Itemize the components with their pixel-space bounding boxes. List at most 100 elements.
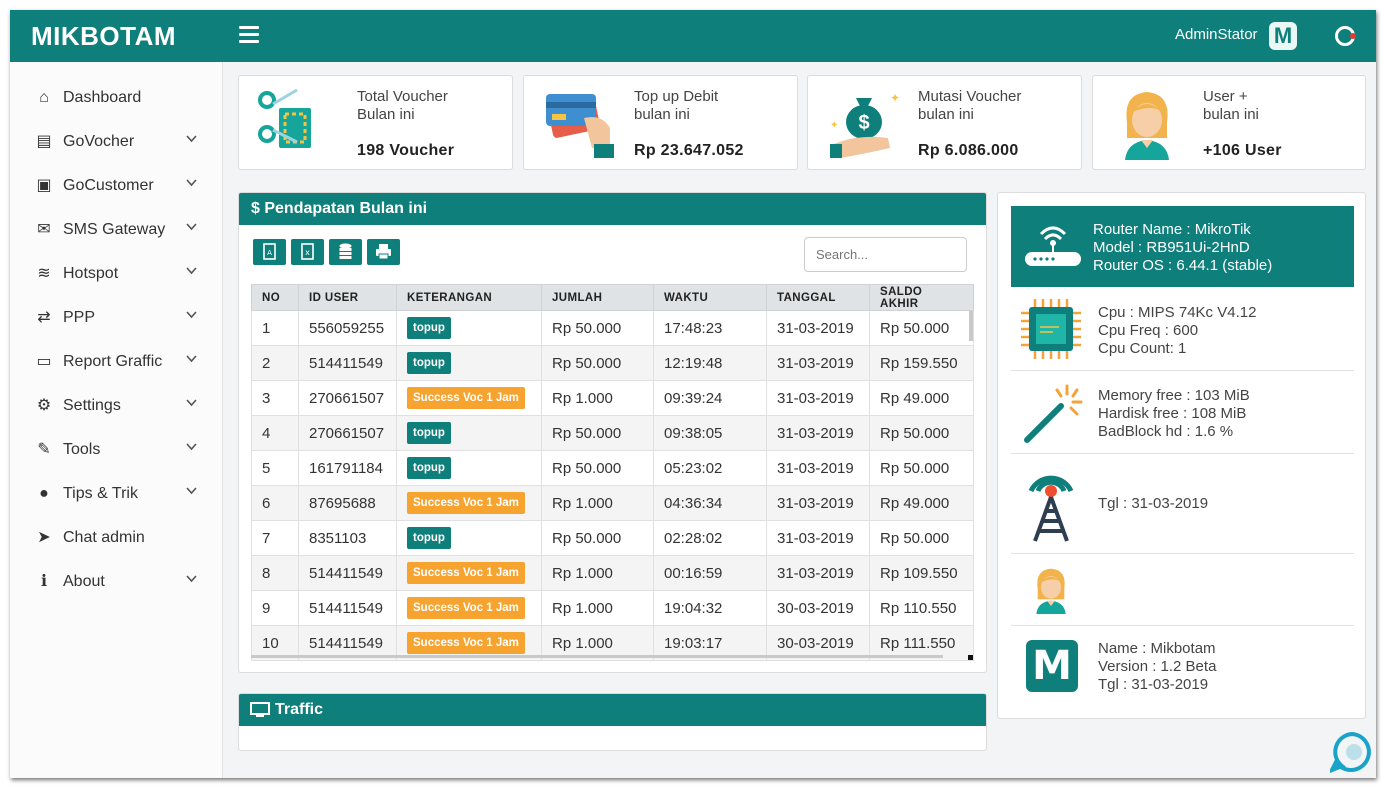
status-badge: topup xyxy=(407,352,451,374)
menu-toggle-icon[interactable] xyxy=(239,26,259,47)
table-cell: topup xyxy=(396,415,542,451)
column-header[interactable]: NO xyxy=(251,284,299,311)
sidebar-item-label: SMS Gateway xyxy=(63,221,166,238)
table-row[interactable]: 4 270661507 topup Rp 50.000 09:38:05 31-03-20… xyxy=(251,415,974,451)
export-excel-button[interactable]: x xyxy=(291,239,324,265)
top-navbar: MIKBOTAM AdminStator M xyxy=(10,10,1376,62)
sidebar-item-about[interactable]: ℹ About xyxy=(10,560,222,604)
column-header[interactable]: SALDO AKHIR xyxy=(869,284,974,311)
svg-text:✦: ✦ xyxy=(890,91,900,105)
sidebar-item-gocustomer[interactable]: ▣ GoCustomer xyxy=(10,164,222,208)
table-row[interactable]: 8 514411549 Success Voc 1 Jam Rp 1.000 00:16… xyxy=(251,555,974,591)
table-cell: 2 xyxy=(251,345,299,381)
router-header: Router Name : MikroTik Model : RB951Ui-2… xyxy=(1011,206,1354,287)
stat-value: Rp 23.647.052 xyxy=(634,142,744,159)
chevron-down-icon[interactable] xyxy=(186,264,197,278)
traffic-panel: Traffic xyxy=(238,693,987,751)
table-cell: topup xyxy=(396,310,542,346)
table-row[interactable]: 6 87695688 Success Voc 1 Jam Rp 1.000 04:36:… xyxy=(251,485,974,521)
table-cell: 8 xyxy=(251,555,299,591)
table-search-input[interactable] xyxy=(804,237,967,272)
sidebar-item-dashboard[interactable]: ⌂ Dashboard xyxy=(10,76,222,120)
sidebar-item-ppp[interactable]: ⇄ PPP xyxy=(10,296,222,340)
status-badge: Success Voc 1 Jam xyxy=(407,562,525,584)
app-version: Version : 1.2 Beta xyxy=(1098,658,1217,675)
column-header[interactable]: KETERANGAN xyxy=(396,284,542,311)
stat-card-mutasi: $ ✦ ✦ Mutasi Voucher bulan ini Rp 6.086.… xyxy=(807,75,1082,170)
stat-value: 198 Voucher xyxy=(357,142,455,159)
database-icon xyxy=(339,243,352,259)
table-cell: 30-03-2019 xyxy=(766,590,870,626)
table-cell: Rp 50.000 xyxy=(869,310,974,346)
sidebar-item-hotspot[interactable]: ≋ Hotspot xyxy=(10,252,222,296)
table-scrollbar[interactable] xyxy=(251,655,943,658)
chevron-down-icon[interactable] xyxy=(186,396,197,410)
column-header[interactable]: TANGGAL xyxy=(766,284,870,311)
stat-label: Mutasi Voucher xyxy=(918,88,1022,105)
sidebar-item-label: Report Graffic xyxy=(63,353,163,370)
table-row[interactable]: 9 514411549 Success Voc 1 Jam Rp 1.000 19:04… xyxy=(251,590,974,626)
sidebar-item-label: GoVocher xyxy=(63,133,135,150)
status-badge: Success Voc 1 Jam xyxy=(407,597,525,619)
export-pdf-button[interactable]: A xyxy=(253,239,286,265)
sidebar-item-tools[interactable]: ✎ Tools xyxy=(10,428,222,472)
income-panel: $ Pendapatan Bulan ini A x NO ID USER KE… xyxy=(238,192,987,673)
table-cell: 8351103 xyxy=(298,520,397,556)
table-cell: 12:19:48 xyxy=(653,345,767,381)
brand-logo[interactable]: MIKBOTAM xyxy=(31,21,176,52)
hardisk-free: Hardisk free : 108 MiB xyxy=(1098,405,1247,422)
sidebar-item-sms-gateway[interactable]: ✉ SMS Gateway xyxy=(10,208,222,252)
memory-free: Memory free : 103 MiB xyxy=(1098,387,1250,404)
user-avatar-icon xyxy=(1125,92,1169,160)
table-cell: 87695688 xyxy=(298,485,397,521)
user-name[interactable]: AdminStator xyxy=(1175,26,1258,43)
home-icon: ⌂ xyxy=(39,89,49,106)
table-cell: 00:16:59 xyxy=(653,555,767,591)
sidebar-item-chat-admin[interactable]: ➤ Chat admin xyxy=(10,516,222,560)
column-header[interactable]: WAKTU xyxy=(653,284,767,311)
table-row[interactable]: 3 270661507 Success Voc 1 Jam Rp 1.000 09:39… xyxy=(251,380,974,416)
stat-label: User + xyxy=(1203,88,1248,105)
stat-sublabel: bulan ini xyxy=(634,106,690,123)
sidebar-item-label: Chat admin xyxy=(63,529,145,546)
sidebar-item-report-graffic[interactable]: ▭ Report Graffic xyxy=(10,340,222,384)
chevron-down-icon[interactable] xyxy=(186,220,197,234)
column-header[interactable]: ID USER xyxy=(298,284,397,311)
table-cell: 31-03-2019 xyxy=(766,415,870,451)
chevron-down-icon[interactable] xyxy=(186,352,197,366)
column-header[interactable]: JUMLAH xyxy=(541,284,654,311)
table-row[interactable]: 7 8351103 topup Rp 50.000 02:28:02 31-03-2019… xyxy=(251,520,974,556)
table-row[interactable]: 1 556059255 topup Rp 50.000 17:48:23 31-03-20… xyxy=(251,310,974,346)
chevron-down-icon[interactable] xyxy=(186,132,197,146)
chat-bubble-icon[interactable] xyxy=(1330,730,1374,774)
memory-info-row: Memory free : 103 MiB Hardisk free : 108… xyxy=(1011,370,1354,454)
traffic-panel-header: Traffic xyxy=(239,694,986,726)
router-info-panel: Router Name : MikroTik Model : RB951Ui-2… xyxy=(997,192,1366,719)
app-logo-icon[interactable]: M xyxy=(1269,22,1297,50)
print-button[interactable] xyxy=(367,239,400,265)
table-cell: 02:28:02 xyxy=(653,520,767,556)
cpu-info-row: Cpu : MIPS 74Kc V4.12 Cpu Freq : 600 Cpu… xyxy=(1011,287,1354,371)
retweet-icon: ⇄ xyxy=(37,309,51,326)
avatar-row xyxy=(1011,553,1354,626)
wifi-icon: ≋ xyxy=(37,265,51,282)
sidebar-item-settings[interactable]: ⚙ Settings xyxy=(10,384,222,428)
table-cell: Rp 50.000 xyxy=(541,310,654,346)
table-vertical-scrollbar[interactable] xyxy=(969,311,973,341)
table-cell: Rp 1.000 xyxy=(541,555,654,591)
sidebar-item-govocher[interactable]: ▤ GoVocher xyxy=(10,120,222,164)
info-icon: ℹ xyxy=(40,573,48,590)
chevron-down-icon[interactable] xyxy=(186,572,197,586)
chevron-down-icon[interactable] xyxy=(186,440,197,454)
table-cell: Rp 159.550 xyxy=(869,345,974,381)
export-database-button[interactable] xyxy=(329,239,362,265)
chevron-down-icon[interactable] xyxy=(186,176,197,190)
sidebar-item-label: Tips & Trik xyxy=(63,485,138,502)
table-row[interactable]: 5 161791184 topup Rp 50.000 05:23:02 31-03-20… xyxy=(251,450,974,486)
chevron-down-icon[interactable] xyxy=(186,484,197,498)
credit-card-icon xyxy=(546,94,614,158)
stat-sublabel: bulan ini xyxy=(918,106,974,123)
chevron-down-icon[interactable] xyxy=(186,308,197,322)
sidebar-item-tips-trik[interactable]: ● Tips & Trik xyxy=(10,472,222,516)
table-row[interactable]: 2 514411549 topup Rp 50.000 12:19:48 31-03-20… xyxy=(251,345,974,381)
